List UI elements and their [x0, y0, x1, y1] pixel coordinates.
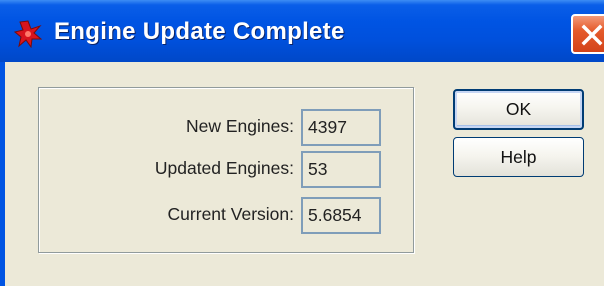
current-version-value: 5.6854: [301, 197, 381, 234]
window-left-border: [0, 62, 5, 286]
red-star-icon: [13, 20, 43, 49]
help-button[interactable]: Help: [453, 137, 584, 177]
ok-button[interactable]: OK: [453, 89, 584, 130]
new-engines-value: 4397: [301, 109, 381, 146]
close-icon: [581, 24, 603, 46]
title-bar[interactable]: Engine Update Complete: [0, 0, 604, 62]
window-title: Engine Update Complete: [54, 18, 345, 45]
updated-engines-value: 53: [301, 151, 381, 188]
new-engines-label: New Engines:: [186, 116, 294, 136]
current-version-label: Current Version:: [167, 204, 294, 224]
dialog-window: Engine Update Complete New Engines: 4397…: [0, 0, 604, 286]
close-button[interactable]: [571, 14, 604, 54]
updated-engines-label: Updated Engines:: [154, 158, 294, 178]
